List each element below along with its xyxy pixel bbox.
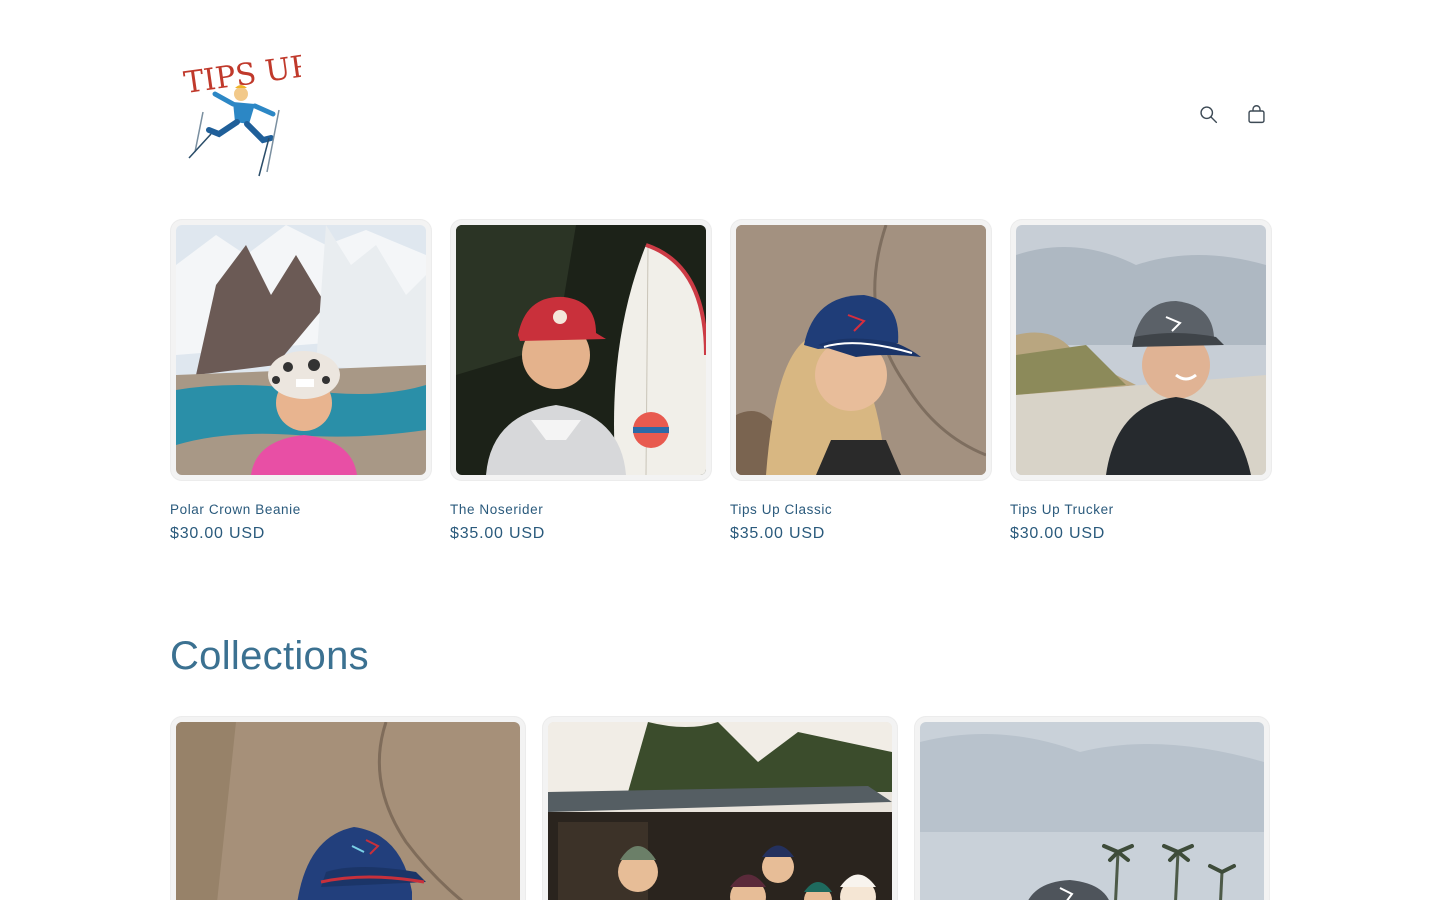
collection-image[interactable] — [176, 722, 520, 900]
collection-image[interactable] — [548, 722, 892, 900]
product-title[interactable]: The Noserider — [450, 502, 712, 517]
product-card[interactable]: Polar Crown Beanie $30.00 USD — [170, 219, 432, 543]
product-image[interactable] — [736, 225, 986, 475]
product-image[interactable] — [176, 225, 426, 475]
product-price: $35.00 USD — [450, 525, 546, 542]
collection-card[interactable] — [542, 716, 898, 900]
collection-image[interactable] — [920, 722, 1264, 900]
collection-card[interactable] — [170, 716, 526, 900]
product-image-frame[interactable] — [730, 219, 992, 481]
product-price: $35.00 USD — [730, 525, 826, 542]
product-card[interactable]: The Noserider $35.00 USD — [450, 219, 712, 543]
product-title[interactable]: Polar Crown Beanie — [170, 502, 432, 517]
brand-logo[interactable]: TIPS UP! — [175, 42, 301, 180]
product-image-frame[interactable] — [450, 219, 712, 481]
product-price: $30.00 USD — [170, 525, 266, 542]
collections-grid — [170, 716, 1270, 900]
product-title[interactable]: Tips Up Trucker — [1010, 502, 1272, 517]
search-icon[interactable] — [1188, 96, 1228, 132]
product-grid: Polar Crown Beanie $30.00 USD The Noseri… — [170, 219, 1272, 543]
product-title[interactable]: Tips Up Classic — [730, 502, 992, 517]
product-image-frame[interactable] — [170, 219, 432, 481]
product-image[interactable] — [456, 225, 706, 475]
product-card[interactable]: Tips Up Trucker $30.00 USD — [1010, 219, 1272, 543]
collection-card[interactable] — [914, 716, 1270, 900]
product-card[interactable]: Tips Up Classic $35.00 USD — [730, 219, 992, 543]
product-image[interactable] — [1016, 225, 1266, 475]
product-price: $30.00 USD — [1010, 525, 1106, 542]
product-image-frame[interactable] — [1010, 219, 1272, 481]
cart-icon[interactable] — [1236, 96, 1276, 132]
header-actions — [1188, 96, 1276, 132]
collections-heading: Collections — [170, 634, 369, 678]
